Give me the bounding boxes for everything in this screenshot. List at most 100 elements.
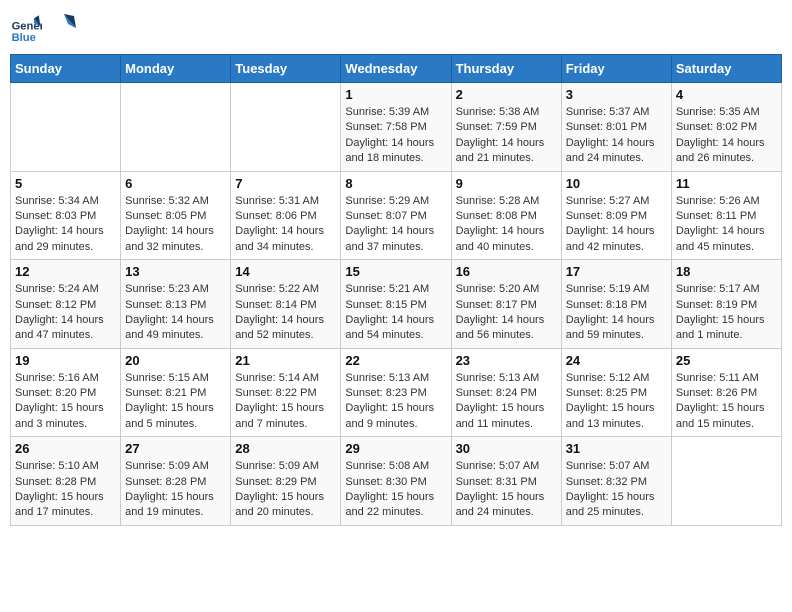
cell-sunrise: Sunrise: 5:28 AM (456, 194, 557, 209)
cell-day-number: 26 (15, 441, 116, 456)
cell-sunrise: Sunrise: 5:37 AM (566, 105, 667, 120)
cell-sunrise: Sunrise: 5:19 AM (566, 282, 667, 297)
cell-sunrise: Sunrise: 5:16 AM (15, 371, 116, 386)
cell-day-number: 21 (235, 353, 336, 368)
cell-sunset: Sunset: 8:02 PM (676, 120, 777, 135)
cell-sunrise: Sunrise: 5:34 AM (15, 194, 116, 209)
cell-info: Sunrise: 5:39 AMSunset: 7:58 PMDaylight:… (345, 105, 446, 167)
cell-info: Sunrise: 5:14 AMSunset: 8:22 PMDaylight:… (235, 371, 336, 433)
calendar-cell: 11 Sunrise: 5:26 AMSunset: 8:11 PMDayligh… (671, 171, 781, 260)
day-of-week-header: Tuesday (231, 55, 341, 83)
cell-daylight: Daylight: 14 hours and 49 minutes. (125, 313, 226, 344)
cell-info: Sunrise: 5:21 AMSunset: 8:15 PMDaylight:… (345, 282, 446, 344)
cell-daylight: Daylight: 15 hours and 1 minute. (676, 313, 777, 344)
calendar-cell: 2Sunrise: 5:38 AMSunset: 7:59 PMDaylight… (451, 83, 561, 172)
calendar-header-row: SundayMondayTuesdayWednesdayThursdayFrid… (11, 55, 782, 83)
calendar-cell: 25Sunrise: 5:11 AMSunset: 8:26 PMDayligh… (671, 348, 781, 437)
cell-info: Sunrise: 5:26 AMSunset: 8:11 PMDaylight:… (676, 194, 777, 256)
cell-info: Sunrise: 5:20 AMSunset: 8:17 PMDaylight:… (456, 282, 557, 344)
cell-day-number: 31 (566, 441, 667, 456)
cell-daylight: Daylight: 14 hours and 37 minutes. (345, 224, 446, 255)
cell-info: Sunrise: 5:13 AMSunset: 8:23 PMDaylight:… (345, 371, 446, 433)
cell-sunset: Sunset: 8:28 PM (125, 475, 226, 490)
calendar-cell: 30Sunrise: 5:07 AMSunset: 8:31 PMDayligh… (451, 437, 561, 526)
cell-sunrise: Sunrise: 5:29 AM (345, 194, 446, 209)
calendar-cell: 31Sunrise: 5:07 AMSunset: 8:32 PMDayligh… (561, 437, 671, 526)
cell-day-number: 19 (15, 353, 116, 368)
cell-info: Sunrise: 5:37 AMSunset: 8:01 PMDaylight:… (566, 105, 667, 167)
cell-day-number: 2 (456, 87, 557, 102)
cell-sunset: Sunset: 8:30 PM (345, 475, 446, 490)
svg-text:Blue: Blue (12, 32, 36, 44)
cell-sunrise: Sunrise: 5:21 AM (345, 282, 446, 297)
calendar-week-row: 19 Sunrise: 5:16 AMSunset: 8:20 PMDayligh… (11, 348, 782, 437)
cell-sunrise: Sunrise: 5:09 AM (125, 459, 226, 474)
cell-daylight: Daylight: 15 hours and 7 minutes. (235, 401, 336, 432)
cell-daylight: Daylight: 15 hours and 9 minutes. (345, 401, 446, 432)
cell-sunrise: Sunrise: 5:12 AM (566, 371, 667, 386)
cell-sunset: Sunset: 8:23 PM (345, 386, 446, 401)
cell-sunset: Sunset: 8:08 PM (456, 209, 557, 224)
cell-sunset: Sunset: 8:06 PM (235, 209, 336, 224)
calendar-cell: 13 Sunrise: 5:23 AMSunset: 8:13 PMDayligh… (121, 260, 231, 349)
cell-sunrise: Sunrise: 5:31 AM (235, 194, 336, 209)
cell-info: Sunrise: 5:27 AMSunset: 8:09 PMDaylight:… (566, 194, 667, 256)
cell-info: Sunrise: 5:12 AMSunset: 8:25 PMDaylight:… (566, 371, 667, 433)
cell-sunset: Sunset: 8:18 PM (566, 298, 667, 313)
cell-day-number: 29 (345, 441, 446, 456)
day-of-week-header: Saturday (671, 55, 781, 83)
cell-day-number: 8 (345, 176, 446, 191)
cell-day-number: 24 (566, 353, 667, 368)
calendar-cell: 3Sunrise: 5:37 AMSunset: 8:01 PMDaylight… (561, 83, 671, 172)
cell-info: Sunrise: 5:08 AMSunset: 8:30 PMDaylight:… (345, 459, 446, 521)
calendar-cell: 23Sunrise: 5:13 AMSunset: 8:24 PMDayligh… (451, 348, 561, 437)
cell-day-number: 13 (125, 264, 226, 279)
cell-sunrise: Sunrise: 5:17 AM (676, 282, 777, 297)
header: General Blue (10, 10, 782, 46)
cell-daylight: Daylight: 14 hours and 26 minutes. (676, 136, 777, 167)
cell-sunset: Sunset: 8:09 PM (566, 209, 667, 224)
logo: General Blue (10, 10, 84, 46)
cell-sunrise: Sunrise: 5:23 AM (125, 282, 226, 297)
cell-daylight: Daylight: 15 hours and 22 minutes. (345, 490, 446, 521)
calendar-cell: 29 Sunrise: 5:08 AMSunset: 8:30 PMDayligh… (341, 437, 451, 526)
cell-daylight: Daylight: 14 hours and 56 minutes. (456, 313, 557, 344)
cell-daylight: Daylight: 14 hours and 45 minutes. (676, 224, 777, 255)
cell-daylight: Daylight: 15 hours and 13 minutes. (566, 401, 667, 432)
calendar-cell: 28Sunrise: 5:09 AMSunset: 8:29 PMDayligh… (231, 437, 341, 526)
calendar-cell: 10Sunrise: 5:27 AMSunset: 8:09 PMDayligh… (561, 171, 671, 260)
cell-daylight: Daylight: 14 hours and 24 minutes. (566, 136, 667, 167)
calendar-cell: 5Sunrise: 5:34 AMSunset: 8:03 PMDaylight… (11, 171, 121, 260)
calendar-cell: 15Sunrise: 5:21 AMSunset: 8:15 PMDayligh… (341, 260, 451, 349)
cell-sunset: Sunset: 8:19 PM (676, 298, 777, 313)
cell-sunset: Sunset: 8:22 PM (235, 386, 336, 401)
cell-sunrise: Sunrise: 5:32 AM (125, 194, 226, 209)
cell-info: Sunrise: 5:22 AMSunset: 8:14 PMDaylight:… (235, 282, 336, 344)
cell-info: Sunrise: 5:23 AMSunset: 8:13 PMDaylight:… (125, 282, 226, 344)
calendar-cell: 18Sunrise: 5:17 AMSunset: 8:19 PMDayligh… (671, 260, 781, 349)
calendar-cell: 7Sunrise: 5:31 AMSunset: 8:06 PMDaylight… (231, 171, 341, 260)
cell-sunrise: Sunrise: 5:38 AM (456, 105, 557, 120)
cell-sunset: Sunset: 8:11 PM (676, 209, 777, 224)
cell-daylight: Daylight: 15 hours and 24 minutes. (456, 490, 557, 521)
cell-info: Sunrise: 5:34 AMSunset: 8:03 PMDaylight:… (15, 194, 116, 256)
cell-daylight: Daylight: 14 hours and 54 minutes. (345, 313, 446, 344)
cell-sunset: Sunset: 8:17 PM (456, 298, 557, 313)
calendar-cell: 17Sunrise: 5:19 AMSunset: 8:18 PMDayligh… (561, 260, 671, 349)
cell-day-number: 22 (345, 353, 446, 368)
cell-daylight: Daylight: 14 hours and 32 minutes. (125, 224, 226, 255)
cell-sunrise: Sunrise: 5:07 AM (456, 459, 557, 474)
cell-daylight: Daylight: 15 hours and 15 minutes. (676, 401, 777, 432)
cell-sunset: Sunset: 7:58 PM (345, 120, 446, 135)
cell-sunrise: Sunrise: 5:20 AM (456, 282, 557, 297)
cell-sunset: Sunset: 8:26 PM (676, 386, 777, 401)
cell-sunset: Sunset: 8:25 PM (566, 386, 667, 401)
cell-day-number: 9 (456, 176, 557, 191)
cell-day-number: 25 (676, 353, 777, 368)
cell-daylight: Daylight: 14 hours and 52 minutes. (235, 313, 336, 344)
cell-info: Sunrise: 5:09 AMSunset: 8:29 PMDaylight:… (235, 459, 336, 521)
cell-day-number: 11 (676, 176, 777, 191)
cell-daylight: Daylight: 14 hours and 42 minutes. (566, 224, 667, 255)
day-of-week-header: Sunday (11, 55, 121, 83)
cell-info: Sunrise: 5:16 AMSunset: 8:20 PMDaylight:… (15, 371, 116, 433)
